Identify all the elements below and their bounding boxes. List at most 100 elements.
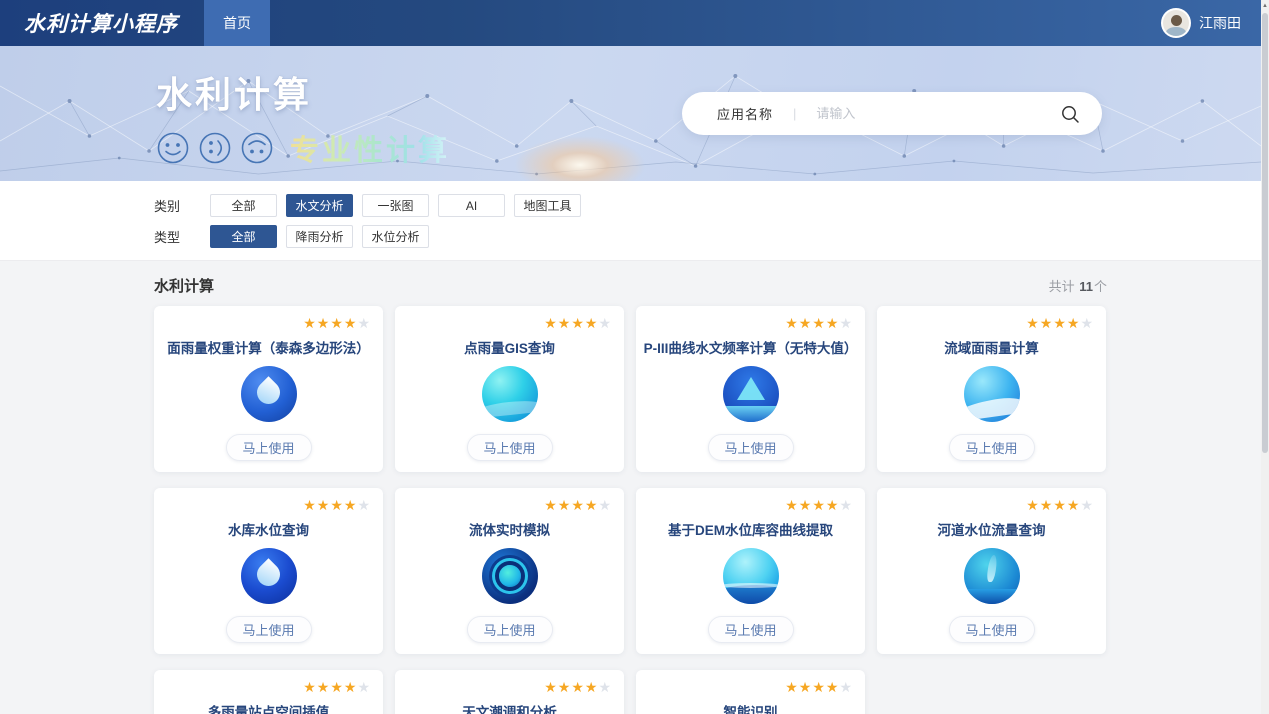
filter-option[interactable]: 地图工具 — [514, 194, 581, 217]
app-icon — [723, 548, 779, 604]
search-separator: | — [793, 106, 796, 121]
count-suffix: 个 — [1094, 279, 1107, 294]
count-prefix: 共计 — [1049, 279, 1075, 294]
scroll-up-arrow-icon[interactable]: ▲ — [1261, 1, 1269, 11]
star-filled-icon: ★ — [1053, 315, 1067, 331]
star-filled-icon: ★ — [1040, 497, 1054, 513]
star-empty-icon: ★ — [1080, 497, 1094, 513]
star-filled-icon: ★ — [544, 679, 558, 695]
search-input[interactable] — [816, 106, 1060, 121]
filter-option[interactable]: 一张图 — [362, 194, 429, 217]
star-empty-icon: ★ — [1080, 315, 1094, 331]
use-button[interactable]: 马上使用 — [226, 616, 312, 643]
app-card[interactable]: ★★★★★ 流体实时模拟 马上使用 — [395, 488, 624, 654]
star-filled-icon: ★ — [785, 497, 799, 513]
app-card[interactable]: ★★★★★ 河道水位流量查询 马上使用 — [877, 488, 1106, 654]
use-button[interactable]: 马上使用 — [467, 434, 553, 461]
star-rating: ★★★★★ — [648, 498, 853, 512]
star-empty-icon: ★ — [839, 679, 853, 695]
star-filled-icon: ★ — [785, 679, 799, 695]
star-filled-icon: ★ — [1067, 497, 1081, 513]
search-icon[interactable] — [1060, 104, 1080, 124]
app-card[interactable]: ★★★★★ P-III曲线水文频率计算（无特大值） 马上使用 — [636, 306, 865, 472]
search-label: 应用名称 — [717, 104, 773, 123]
app-card[interactable]: ★★★★★ 智能识别 马上使用 — [636, 670, 865, 714]
card-title: 河道水位流量查询 — [880, 519, 1103, 539]
star-filled-icon: ★ — [344, 497, 358, 513]
app-icon — [241, 366, 297, 422]
star-filled-icon: ★ — [585, 497, 599, 513]
star-filled-icon: ★ — [303, 315, 317, 331]
app-card[interactable]: ★★★★★ 点雨量GIS查询 马上使用 — [395, 306, 624, 472]
smiley-icon-3 — [240, 131, 274, 165]
star-filled-icon: ★ — [344, 315, 358, 331]
hero-banner: 水利计算 — [0, 46, 1261, 181]
section-title: 水利计算 — [154, 275, 214, 296]
scrollbar-thumb[interactable] — [1262, 13, 1268, 453]
star-filled-icon: ★ — [571, 315, 585, 331]
filter-options: 全部降雨分析水位分析 — [210, 225, 438, 248]
star-filled-icon: ★ — [558, 497, 572, 513]
star-filled-icon: ★ — [812, 497, 826, 513]
star-filled-icon: ★ — [585, 315, 599, 331]
star-rating: ★★★★★ — [648, 680, 853, 694]
star-filled-icon: ★ — [317, 497, 331, 513]
section-header: 水利计算 共计 11个 — [154, 275, 1107, 296]
smiley-icon-1 — [156, 131, 190, 165]
star-filled-icon: ★ — [344, 679, 358, 695]
filter-option[interactable]: 全部 — [210, 194, 277, 217]
app-logo: 水利计算小程序 — [24, 8, 178, 38]
star-filled-icon: ★ — [799, 679, 813, 695]
section-count: 共计 11个 — [1049, 276, 1107, 295]
user-avatar[interactable] — [1161, 8, 1191, 38]
star-rating: ★★★★★ — [889, 498, 1094, 512]
star-filled-icon: ★ — [303, 497, 317, 513]
star-rating: ★★★★★ — [166, 680, 371, 694]
user-menu[interactable]: 江雨田 — [1161, 8, 1241, 38]
star-filled-icon: ★ — [544, 497, 558, 513]
star-filled-icon: ★ — [585, 679, 599, 695]
filter-option[interactable]: 水位分析 — [362, 225, 429, 248]
star-filled-icon: ★ — [317, 679, 331, 695]
card-title: P-III曲线水文频率计算（无特大值） — [639, 337, 862, 357]
use-button[interactable]: 马上使用 — [708, 434, 794, 461]
card-title: 流体实时模拟 — [398, 519, 621, 539]
app-card[interactable]: ★★★★★ 天文潮调和分析 马上使用 — [395, 670, 624, 714]
star-rating: ★★★★★ — [889, 316, 1094, 330]
card-title: 智能识别 — [639, 701, 862, 714]
star-filled-icon: ★ — [826, 679, 840, 695]
filter-option[interactable]: 全部 — [210, 225, 277, 248]
app-card[interactable]: ★★★★★ 面雨量权重计算（泰森多边形法） 马上使用 — [154, 306, 383, 472]
scrollbar[interactable]: ▲ — [1261, 0, 1269, 714]
app-card-grid: ★★★★★ 面雨量权重计算（泰森多边形法） 马上使用 ★★★★★ 点雨量GIS查… — [154, 306, 1107, 714]
nav-tab-home[interactable]: 首页 — [204, 0, 270, 46]
app-icon — [482, 366, 538, 422]
count-number: 11 — [1079, 279, 1093, 294]
app-card[interactable]: ★★★★★ 基于DEM水位库容曲线提取 马上使用 — [636, 488, 865, 654]
filter-option[interactable]: AI — [438, 194, 505, 217]
star-empty-icon: ★ — [839, 315, 853, 331]
app-card[interactable]: ★★★★★ 流域面雨量计算 马上使用 — [877, 306, 1106, 472]
filter-option[interactable]: 水文分析 — [286, 194, 353, 217]
app-icon — [964, 366, 1020, 422]
star-rating: ★★★★★ — [166, 316, 371, 330]
use-button[interactable]: 马上使用 — [708, 616, 794, 643]
smiley-icon-2 — [198, 131, 232, 165]
use-button[interactable]: 马上使用 — [949, 616, 1035, 643]
filter-option[interactable]: 降雨分析 — [286, 225, 353, 248]
star-rating: ★★★★★ — [407, 498, 612, 512]
card-title: 基于DEM水位库容曲线提取 — [639, 519, 862, 539]
star-filled-icon: ★ — [826, 315, 840, 331]
filter-panel: 类别 全部水文分析一张图AI地图工具 类型 全部降雨分析水位分析 — [0, 181, 1261, 261]
app-card[interactable]: ★★★★★ 水库水位查询 马上使用 — [154, 488, 383, 654]
star-filled-icon: ★ — [1026, 315, 1040, 331]
star-rating: ★★★★★ — [407, 316, 612, 330]
star-empty-icon: ★ — [839, 497, 853, 513]
star-rating: ★★★★★ — [648, 316, 853, 330]
star-empty-icon: ★ — [357, 315, 371, 331]
use-button[interactable]: 马上使用 — [467, 616, 553, 643]
use-button[interactable]: 马上使用 — [226, 434, 312, 461]
use-button[interactable]: 马上使用 — [949, 434, 1035, 461]
star-empty-icon: ★ — [598, 315, 612, 331]
app-card[interactable]: ★★★★★ 多雨量站点空间插值 马上使用 — [154, 670, 383, 714]
